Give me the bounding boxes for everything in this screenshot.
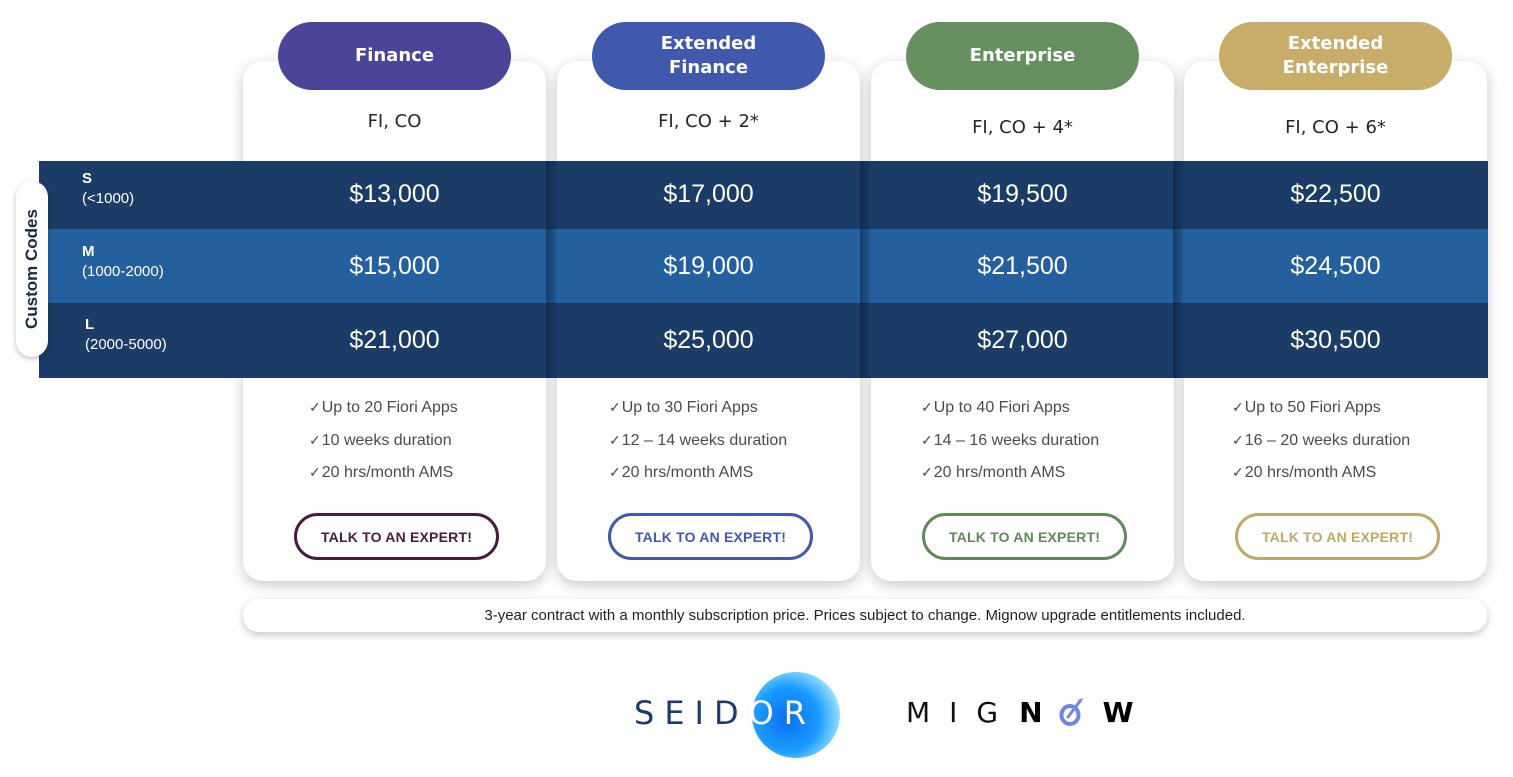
plan-modules: FI, CO + 4* xyxy=(972,117,1073,138)
feature-item: ✓20 hrs/month AMS xyxy=(609,464,754,481)
feature-item: ✓16 – 20 weeks duration xyxy=(1232,432,1411,449)
feature-item: ✓Up to 40 Fiori Apps xyxy=(921,399,1070,416)
check-icon: ✓ xyxy=(1232,464,1244,480)
feature-item: ✓Up to 20 Fiori Apps xyxy=(309,399,458,416)
price-cell: $15,000 xyxy=(349,252,440,280)
tier-code: L xyxy=(85,316,95,333)
plan-title-extended-enterprise: Extended Enterprise xyxy=(1219,22,1452,90)
price-cell: $30,500 xyxy=(1290,326,1381,354)
tier-range: (1000-2000) xyxy=(82,263,164,280)
check-icon: ✓ xyxy=(921,464,933,480)
check-icon: ✓ xyxy=(309,432,321,448)
tier-code: S xyxy=(82,170,93,187)
column-divider xyxy=(1173,161,1183,378)
talk-to-expert-button-enterprise[interactable]: TALK TO AN EXPERT! xyxy=(922,513,1127,560)
plan-modules: FI, CO xyxy=(367,111,422,132)
price-cell: $17,000 xyxy=(663,180,754,208)
check-icon: ✓ xyxy=(921,432,933,448)
tier-range: (2000-5000) xyxy=(85,336,167,353)
talk-to-expert-button-finance[interactable]: TALK TO AN EXPERT! xyxy=(294,513,499,560)
price-cell: $25,000 xyxy=(663,326,754,354)
feature-item: ✓14 – 16 weeks duration xyxy=(921,432,1100,449)
price-cell: $27,000 xyxy=(977,326,1068,354)
check-icon: ✓ xyxy=(1232,432,1244,448)
plan-modules: FI, CO + 2* xyxy=(658,111,759,132)
tier-label-l: L (2000-5000) xyxy=(85,315,167,355)
custom-codes-label: Custom Codes xyxy=(16,181,48,357)
tier-label-m: M (1000-2000) xyxy=(82,242,164,282)
feature-item: ✓20 hrs/month AMS xyxy=(309,464,454,481)
check-icon: ✓ xyxy=(921,399,933,415)
plan-modules: FI, CO + 6* xyxy=(1285,117,1386,138)
price-cell: $21,500 xyxy=(977,252,1068,280)
check-icon: ✓ xyxy=(309,399,321,415)
mignow-logo: MIG N W xyxy=(906,695,1134,729)
column-divider xyxy=(860,161,870,378)
check-icon: ✓ xyxy=(609,399,621,415)
price-cell: $19,000 xyxy=(663,252,754,280)
feature-item: ✓Up to 50 Fiori Apps xyxy=(1232,399,1381,416)
price-cell: $13,000 xyxy=(349,180,440,208)
feature-item: ✓Up to 30 Fiori Apps xyxy=(609,399,758,416)
price-cell: $21,000 xyxy=(349,326,440,354)
talk-to-expert-button-extended-enterprise[interactable]: TALK TO AN EXPERT! xyxy=(1235,513,1440,560)
price-cell: $24,500 xyxy=(1290,252,1381,280)
price-cell: $22,500 xyxy=(1290,180,1381,208)
tier-label-s: S (<1000) xyxy=(82,169,134,209)
feature-item: ✓20 hrs/month AMS xyxy=(921,464,1066,481)
check-icon: ✓ xyxy=(1232,399,1244,415)
column-divider xyxy=(546,161,556,378)
plan-title-extended-finance: Extended Finance xyxy=(592,22,825,90)
seidor-logo: SEIDOR xyxy=(634,672,874,762)
feature-item: ✓12 – 14 weeks duration xyxy=(609,432,788,449)
plan-title-finance: Finance xyxy=(278,22,511,90)
feature-item: ✓20 hrs/month AMS xyxy=(1232,464,1377,481)
check-icon: ✓ xyxy=(609,464,621,480)
check-icon: ✓ xyxy=(609,432,621,448)
talk-to-expert-button-extended-finance[interactable]: TALK TO AN EXPERT! xyxy=(608,513,813,560)
tier-code: M xyxy=(82,243,95,260)
mignow-rocket-o-icon xyxy=(1059,698,1083,726)
plan-title-enterprise: Enterprise xyxy=(906,22,1139,90)
price-cell: $19,500 xyxy=(977,180,1068,208)
check-icon: ✓ xyxy=(309,464,321,480)
tier-range: (<1000) xyxy=(82,190,135,207)
feature-item: ✓10 weeks duration xyxy=(309,432,452,449)
contract-note: 3-year contract with a monthly subscript… xyxy=(243,599,1487,632)
